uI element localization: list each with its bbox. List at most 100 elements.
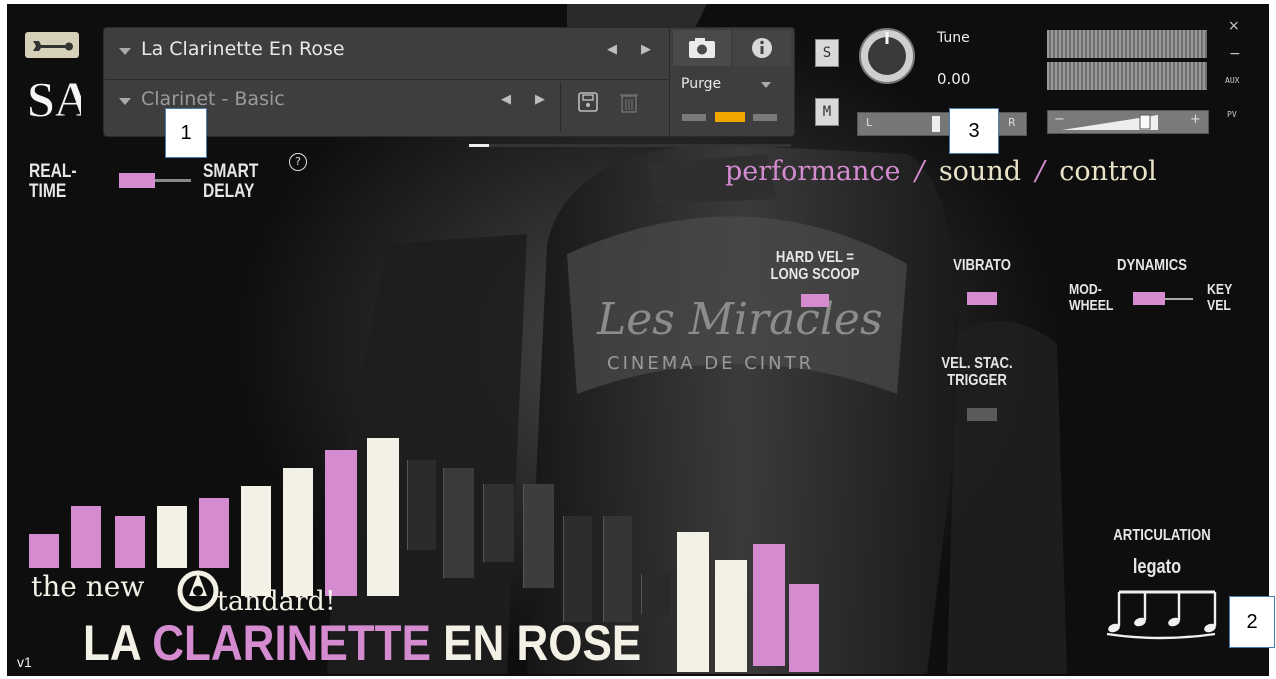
- pv-button[interactable]: PV: [1227, 110, 1237, 119]
- wrench-button[interactable]: [25, 32, 79, 58]
- vel-stac-toggle[interactable]: [967, 408, 997, 421]
- brand-bar: [241, 486, 271, 596]
- purge-indicator-1: [682, 114, 706, 121]
- mute-button[interactable]: M: [815, 98, 839, 126]
- level-meter-right: [1047, 62, 1207, 90]
- brand-photo-bar: [641, 574, 670, 614]
- tab-sound[interactable]: sound: [939, 156, 1021, 187]
- purge-indicator-3: [753, 114, 777, 121]
- hard-vel-label: HARD VEL = LONG SCOOP: [770, 249, 860, 283]
- instrument-name[interactable]: La Clarinette En Rose: [141, 38, 345, 60]
- callout-3: 3: [949, 108, 999, 154]
- info-button[interactable]: [733, 30, 791, 66]
- brand-photo-bar: [523, 484, 554, 588]
- purge-dropdown-icon: [761, 82, 771, 88]
- bg-cinema-text: CINEMA DE CINTR: [607, 353, 814, 374]
- solo-button[interactable]: S: [815, 39, 839, 67]
- tab-separator-2: /: [1035, 156, 1045, 187]
- brand-bar: [789, 584, 819, 672]
- title-clarinette: CLARINETTE: [152, 615, 431, 671]
- brand-photo-bar: [603, 516, 632, 622]
- volume-minus[interactable]: −: [1054, 112, 1065, 127]
- keyvel-label: KEY VEL: [1207, 281, 1233, 314]
- title-en-rose: EN ROSE: [443, 615, 642, 671]
- save-icon: [578, 92, 598, 112]
- articulation-value[interactable]: legato: [1108, 557, 1206, 578]
- legato-notes-icon: [1106, 590, 1217, 640]
- brand-bar: [199, 498, 229, 568]
- pan-right-label: R: [1008, 116, 1016, 129]
- brand-bar: [29, 534, 59, 568]
- tab-performance[interactable]: performance: [725, 156, 901, 187]
- smart-delay-label: SMART DELAY: [203, 161, 259, 202]
- articulation-label: ARTICULATION: [1113, 527, 1211, 544]
- product-title: LA CLARINETTE EN ROSE: [83, 618, 641, 668]
- vibrato-toggle[interactable]: [967, 292, 997, 305]
- close-button[interactable]: ×: [1228, 18, 1240, 34]
- instrument-name-row[interactable]: La Clarinette En Rose ◀ ▶: [119, 34, 659, 72]
- tune-label: Tune: [937, 30, 970, 46]
- brand-bar: [157, 506, 187, 568]
- standard-text: tandard!: [217, 586, 336, 617]
- brand-bar: [753, 544, 785, 666]
- dynamics-switch-handle[interactable]: [1133, 292, 1165, 305]
- brand-bar: [115, 516, 145, 568]
- record-45-adapter-icon: [177, 570, 219, 612]
- hard-vel-toggle[interactable]: [801, 294, 829, 307]
- tune-knob-icon: [859, 28, 915, 84]
- modwheel-label: MOD- WHEEL: [1069, 281, 1114, 314]
- page-tabs: performance / sound / control: [725, 156, 1157, 187]
- loading-bar: [469, 144, 791, 147]
- purge-dropdown[interactable]: Purge: [679, 74, 789, 96]
- instrument-next-icon[interactable]: ▶: [641, 42, 651, 57]
- level-meter-left: [1047, 30, 1207, 58]
- delete-button[interactable]: [619, 90, 639, 114]
- title-la: LA: [83, 615, 141, 671]
- tab-separator-1: /: [915, 156, 925, 187]
- brand-bar: [367, 438, 399, 596]
- purge-label: Purge: [681, 76, 722, 92]
- brand-bar: [325, 450, 357, 596]
- volume-ramp: [1062, 114, 1158, 130]
- tune-value[interactable]: 0.00: [937, 70, 970, 88]
- preset-prev-icon[interactable]: ◀: [501, 92, 511, 107]
- brand-photo-bar: [443, 468, 474, 578]
- info-icon: [752, 38, 772, 58]
- mode-switch-handle[interactable]: [119, 173, 155, 188]
- callout-2: 2: [1229, 596, 1275, 648]
- svg-text:SA: SA: [27, 71, 81, 126]
- instrument-panel: Les Miracles CINEMA DE CINTR SA La Clari…: [7, 4, 1269, 676]
- brand-photo-bar: [563, 516, 592, 622]
- pan-slider[interactable]: L R: [857, 112, 1027, 136]
- realtime-label: REAL- TIME: [29, 161, 77, 202]
- tune-knob[interactable]: [857, 26, 917, 86]
- wrench-icon: [33, 41, 73, 51]
- instrument-prev-icon[interactable]: ◀: [607, 42, 617, 57]
- brand-photo-bar: [483, 484, 514, 562]
- brand-photo-bar: [407, 460, 436, 550]
- instrument-dropdown-icon[interactable]: [119, 48, 131, 55]
- volume-plus[interactable]: +: [1190, 112, 1201, 127]
- camera-icon: [689, 38, 715, 58]
- pan-handle[interactable]: [932, 116, 940, 132]
- minimize-button[interactable]: −: [1229, 46, 1241, 62]
- callout-1: 1: [165, 108, 207, 158]
- help-icon[interactable]: ?: [289, 153, 307, 171]
- trash-icon: [620, 94, 638, 113]
- save-button[interactable]: [577, 91, 599, 113]
- sa-logo: SA: [25, 66, 92, 128]
- articulation-selector[interactable]: [1099, 582, 1223, 642]
- preset-name[interactable]: Clarinet - Basic: [141, 88, 285, 110]
- brand-bar: [715, 560, 747, 672]
- snapshot-button[interactable]: [673, 30, 731, 66]
- version-label: v1: [17, 654, 32, 670]
- bg-sign-text: Les Miracles: [596, 294, 883, 345]
- tab-control[interactable]: control: [1059, 156, 1156, 187]
- sa-logo-mark: SA: [27, 71, 92, 128]
- aux-button[interactable]: AUX: [1225, 76, 1239, 85]
- preset-dropdown-icon[interactable]: [119, 98, 131, 105]
- pan-left-label: L: [866, 116, 873, 129]
- volume-slider[interactable]: − +: [1047, 110, 1209, 134]
- dynamics-label: DYNAMICS: [1117, 257, 1187, 274]
- preset-next-icon[interactable]: ▶: [535, 92, 545, 107]
